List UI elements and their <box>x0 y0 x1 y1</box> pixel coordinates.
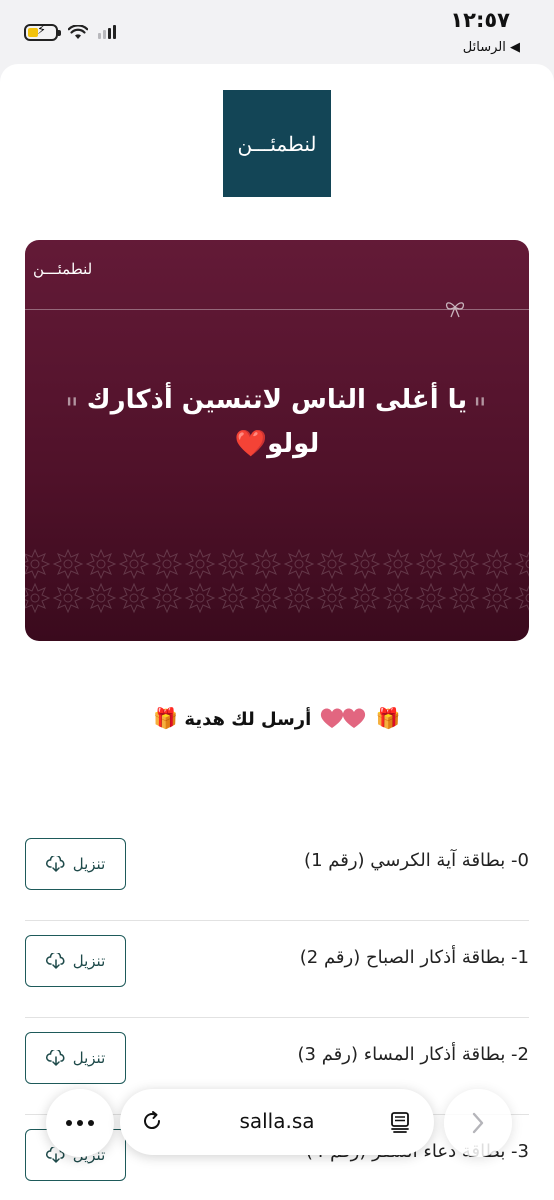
greeting-card-image: لنطمئـــن " " يا أغلى الناس لاتنسين أذكا… <box>25 240 529 641</box>
download-item-title: 1- بطاقة أذكار الصباح (رقم 2) <box>299 947 529 968</box>
download-button-label: تنزيل <box>72 952 106 970</box>
forward-icon <box>472 1112 484 1134</box>
gift-icon: 🎁 <box>375 706 401 730</box>
download-item-title: 2- بطاقة أذكار المساء (رقم 3) <box>297 1044 529 1065</box>
download-button-label: تنزيل <box>72 1049 106 1067</box>
download-button-label: تنزيل <box>72 855 106 873</box>
download-button[interactable]: تنزيل <box>25 935 126 987</box>
card-brand-text: لنطمئـــن <box>33 260 93 278</box>
card-message: يا أغلى الناس لاتنسين أذكارك لولو❤️ <box>86 385 468 459</box>
status-icons: ⚡ <box>24 22 116 42</box>
url-text: salla.sa <box>239 1109 315 1133</box>
wifi-icon <box>68 24 88 39</box>
close-quote-mark: " <box>473 392 487 427</box>
cloud-download-icon <box>45 953 65 969</box>
ornament-pattern <box>25 549 529 613</box>
status-time: ١٢:٥٧ <box>450 8 510 32</box>
download-item: تنزيل 1- بطاقة أذكار الصباح (رقم 2) <box>25 921 529 1018</box>
forward-button[interactable] <box>444 1089 512 1157</box>
page-sheet: لنطمئـــن لنطمئـــن " " يا أغلى الناس لا… <box>0 64 554 1200</box>
open-quote-mark: " <box>65 392 79 427</box>
more-icon <box>66 1120 94 1126</box>
cloud-download-icon <box>45 856 65 872</box>
gift-icon: 🎁 <box>153 706 179 730</box>
sender-text: أرسل لك هدية <box>184 709 312 730</box>
reader-icon[interactable] <box>388 1110 412 1134</box>
address-bar[interactable]: salla.sa <box>120 1089 434 1155</box>
battery-icon: ⚡ <box>24 23 61 41</box>
status-bar: ⚡ ١٢:٥٧ ◀ الرسائل <box>0 0 554 62</box>
logo-text: لنطمئـــن <box>237 131 317 156</box>
store-logo[interactable]: لنطمئـــن <box>223 90 331 197</box>
download-item-title: 0- بطاقة آية الكرسي (رقم 1) <box>304 850 529 871</box>
back-to-messages-link[interactable]: ◀ الرسائل <box>463 40 520 55</box>
bow-icon <box>445 302 465 318</box>
more-options-button[interactable] <box>46 1089 114 1157</box>
download-item: تنزيل 0- بطاقة آية الكرسي (رقم 1) <box>25 824 529 921</box>
cellular-signal-icon <box>98 25 116 39</box>
cloud-download-icon <box>45 1050 65 1066</box>
gift-sender-line: 🎁 أرسل لك هدية 🎁 <box>0 706 554 730</box>
heart-icon <box>320 708 365 728</box>
download-button[interactable]: تنزيل <box>25 1032 126 1084</box>
download-button[interactable]: تنزيل <box>25 838 126 890</box>
